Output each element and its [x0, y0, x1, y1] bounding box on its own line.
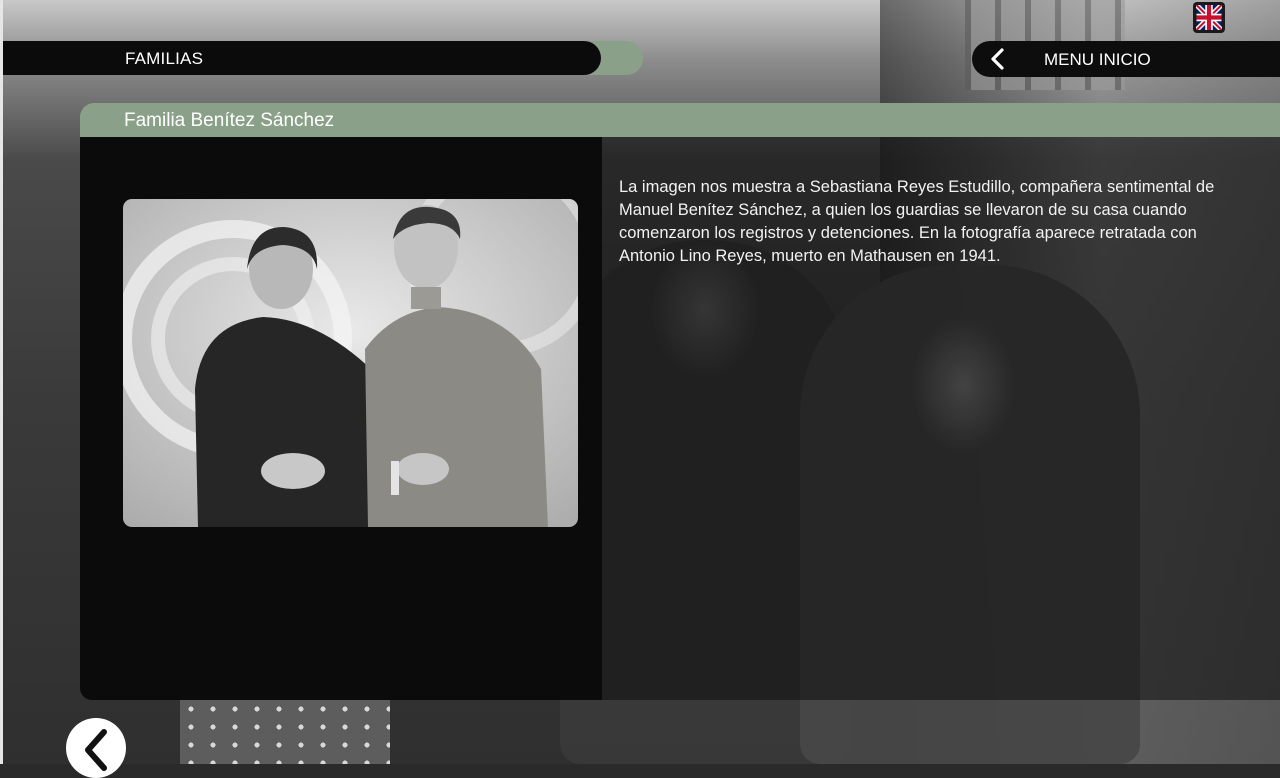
- chevron-left-icon: [991, 48, 1004, 70]
- photo-description: La imagen nos muestra a Sebastiana Reyes…: [619, 177, 1215, 265]
- background-dotted-dress: [180, 700, 390, 764]
- section-bar-body: FAMILIAS: [3, 41, 601, 75]
- uk-flag-icon[interactable]: [1193, 2, 1225, 33]
- menu-inicio-button[interactable]: MENU INICIO: [972, 41, 1280, 77]
- back-button[interactable]: [66, 718, 126, 778]
- chevron-left-icon: [85, 729, 107, 771]
- family-photo-image: [123, 199, 578, 527]
- menu-inicio-label: MENU INICIO: [1044, 50, 1151, 69]
- panel-title: Familia Benítez Sánchez: [124, 110, 335, 131]
- section-title: FAMILIAS: [125, 49, 204, 68]
- family-panel: Familia Benítez Sánchez La imagen nos mu…: [80, 103, 1280, 700]
- panel-photo-area: [80, 137, 602, 700]
- panel-header: Familia Benítez Sánchez: [80, 103, 1280, 137]
- family-photo[interactable]: [123, 199, 578, 527]
- window-left-edge: [0, 0, 3, 764]
- uk-flag-graphic: [1194, 3, 1224, 32]
- section-bar: FAMILIAS: [3, 41, 643, 75]
